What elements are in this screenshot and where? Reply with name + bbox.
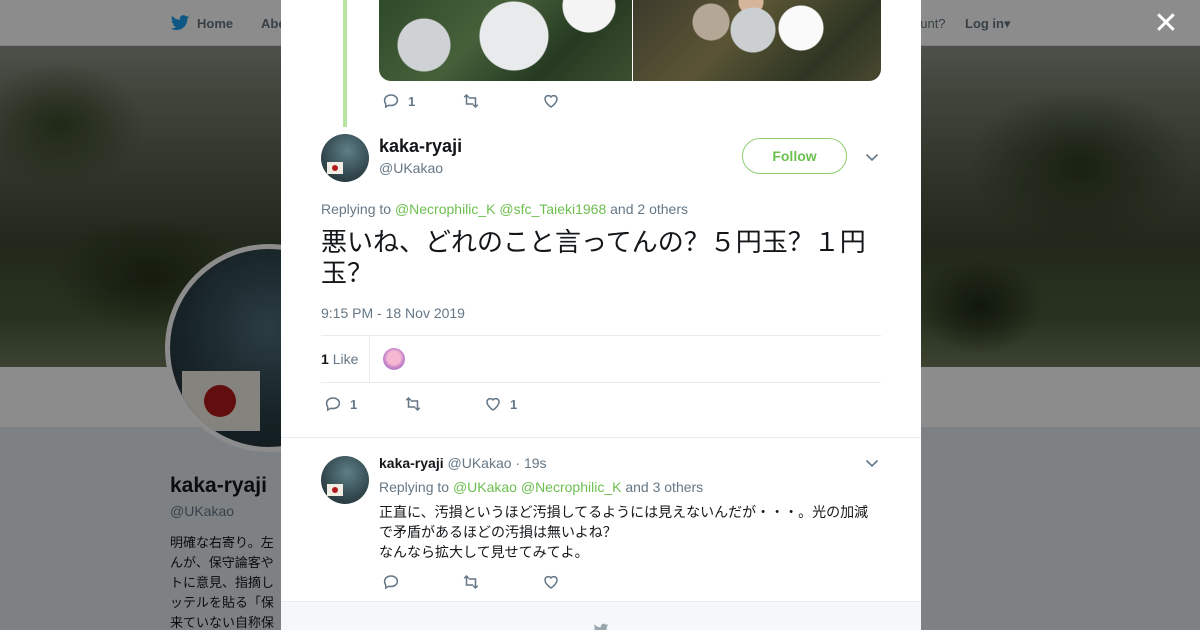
reply-tweet-actions (382, 573, 622, 591)
like-icon (486, 397, 500, 411)
reply-text: 正直に、汚損というほど汚損してるようには見えないんだが・・・。光の加減 で矛盾が… (379, 502, 879, 562)
like-icon (544, 575, 558, 589)
close-icon[interactable]: ✕ (1152, 9, 1180, 39)
likes-stat-count: 1 (321, 351, 329, 367)
tweet-timestamp[interactable]: 9:15 PM - 18 Nov 2019 (321, 305, 465, 321)
tweet-stats: 1 Like (321, 335, 881, 383)
reply-icon (383, 575, 399, 590)
reply-icon (325, 397, 341, 412)
conversation-thread-line (343, 0, 347, 127)
reply-text-line: で矛盾があるほどの汚損は無いよね？ (379, 524, 617, 540)
author-name[interactable]: kaka-ryaji (379, 136, 462, 157)
section-divider (281, 437, 921, 438)
like-count: 1 (510, 396, 518, 412)
likes-stat-word: Like (332, 351, 359, 367)
mention-link[interactable]: @Necrophilic_K (395, 201, 496, 217)
liker-avatar[interactable] (383, 348, 405, 370)
replying-prefix: Replying to (379, 479, 450, 495)
coin-photo-2[interactable] (633, 0, 881, 81)
reply-header: kaka-ryaji @UKakao · 19s (379, 455, 547, 471)
replying-prefix: Replying to (321, 201, 392, 217)
reply-icon (383, 94, 399, 109)
mention-link[interactable]: @Necrophilic_K (521, 479, 622, 495)
tweet-media[interactable] (379, 0, 881, 81)
retweet-button[interactable] (404, 395, 484, 413)
replying-to-line: Replying to @Necrophilic_K @sfc_Taieki19… (321, 201, 688, 217)
author-handle[interactable]: @UKakao (379, 160, 443, 176)
chevron-down-icon[interactable] (864, 149, 880, 165)
like-icon (544, 94, 558, 108)
reply-count: 1 (408, 93, 416, 109)
author-avatar[interactable] (321, 134, 369, 182)
follow-button[interactable]: Follow (742, 138, 847, 174)
modal-footer (281, 601, 921, 630)
reply-count: 1 (350, 396, 358, 412)
reply-replying-to-line: Replying to @UKakao @Necrophilic_K and 3… (379, 479, 703, 495)
reply-dot: · (515, 455, 521, 471)
flag-image (327, 162, 343, 174)
stats-divider (369, 336, 370, 382)
twitter-bird-icon (594, 623, 609, 630)
retweet-icon (463, 93, 479, 109)
tweet-permalink-modal: 1 kaka-ryaji @UKakao Follow Replying to … (281, 0, 921, 630)
reply-text-line: なんなら拡大して見せてみてよ。 (379, 544, 589, 560)
coin-photo-1[interactable] (379, 0, 632, 81)
reply-text-line: 正直に、汚損というほど汚損してるようには見えないんだが・・・。光の加減 (379, 504, 869, 520)
main-tweet-actions: 1 1 (324, 395, 564, 413)
replying-others[interactable]: and 3 others (625, 479, 703, 495)
reply-author-handle[interactable]: @UKakao (448, 455, 512, 471)
mention-link[interactable]: @UKakao (453, 479, 517, 495)
reply-author-avatar[interactable] (321, 456, 369, 504)
reply-button[interactable]: 1 (324, 395, 404, 413)
like-button[interactable] (542, 573, 622, 591)
mention-link[interactable]: @sfc_Taieki1968 (499, 201, 606, 217)
likes-stat[interactable]: 1 Like (321, 351, 358, 367)
retweet-button[interactable] (462, 92, 542, 110)
flag-image (327, 484, 343, 496)
reply-button[interactable]: 1 (382, 92, 462, 110)
chevron-down-icon[interactable] (864, 455, 880, 471)
like-button[interactable] (542, 92, 622, 110)
tweet-text: 悪いね、どれのこと言ってんの？５円玉？１円玉？ (321, 227, 866, 288)
retweet-icon (405, 396, 421, 412)
like-button[interactable]: 1 (484, 395, 564, 413)
reply-time[interactable]: 19s (524, 455, 547, 471)
reply-button[interactable] (382, 573, 462, 591)
retweet-button[interactable] (462, 573, 542, 591)
reply-author-name[interactable]: kaka-ryaji (379, 455, 444, 471)
replying-others[interactable]: and 2 others (610, 201, 688, 217)
previous-tweet-actions: 1 (382, 92, 622, 110)
retweet-icon (463, 574, 479, 590)
